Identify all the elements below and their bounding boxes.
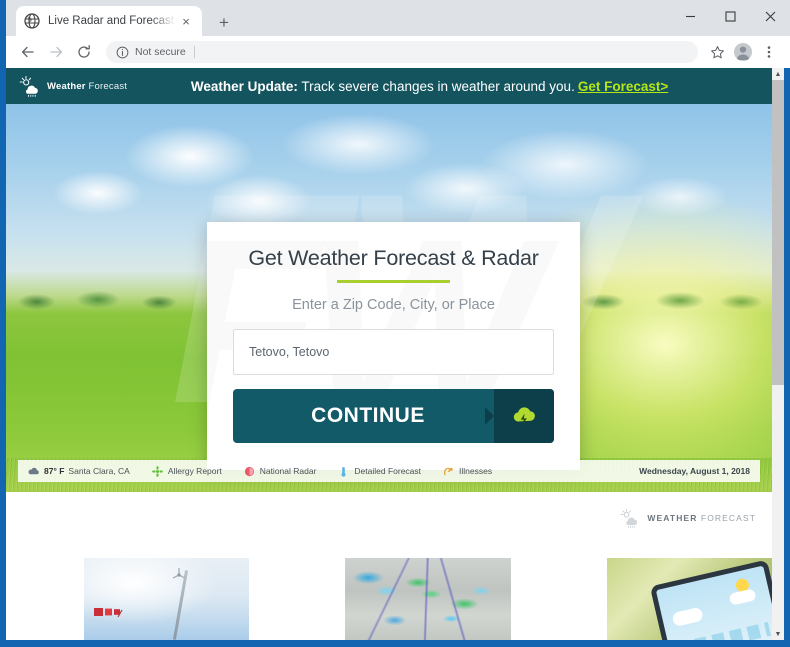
- windsock-photo[interactable]: [84, 558, 250, 640]
- maximize-button[interactable]: [710, 0, 750, 32]
- forward-button[interactable]: [42, 38, 70, 66]
- web-page: Weather Forecast Weather Update: Track s…: [6, 68, 772, 640]
- status-link-label: National Radar: [259, 466, 317, 476]
- page-title: Get Weather Forecast & Radar: [248, 246, 539, 270]
- tablet-device: [649, 559, 772, 640]
- pollen-icon: [152, 465, 163, 477]
- continue-button[interactable]: CONTINUE: [233, 389, 554, 443]
- footer-logo-text: WEATHER FORECAST: [647, 513, 756, 523]
- window-chrome-right: [784, 0, 790, 647]
- continue-button-label: CONTINUE: [311, 404, 425, 427]
- page-viewport: Weather Forecast Weather Update: Track s…: [6, 68, 784, 640]
- footer-strip: WEATHER FORECAST: [6, 492, 772, 544]
- back-button[interactable]: [14, 38, 42, 66]
- hero-section: FW FW Get Weather Forecast & Radar Enter…: [6, 104, 772, 492]
- globe-icon: [24, 13, 40, 29]
- star-icon[interactable]: [704, 39, 730, 65]
- cloud-icon: [28, 466, 39, 477]
- not-secure-info-icon[interactable]: [116, 46, 129, 59]
- form-subtitle: Enter a Zip Code, City, or Place: [292, 297, 495, 313]
- radar-icon: [244, 466, 255, 477]
- minimize-button[interactable]: [670, 0, 710, 32]
- tab-strip: Live Radar and Forecasts | Weath × +: [6, 0, 790, 36]
- status-bar: 87° F Santa Clara, CA Allergy Report Nat…: [18, 460, 760, 482]
- scroll-up-arrow[interactable]: ▲: [772, 68, 784, 80]
- radar-map-photo[interactable]: [345, 558, 511, 640]
- status-link-illnesses[interactable]: Illnesses: [443, 466, 492, 477]
- promo-message-rest: Track severe changes in weather around y…: [297, 78, 575, 94]
- close-button[interactable]: [750, 0, 790, 32]
- tablet-screen: [655, 565, 772, 640]
- promo-message: Weather Update: Track severe changes in …: [127, 79, 772, 94]
- status-link-national-radar[interactable]: National Radar: [244, 466, 317, 477]
- site-logo-text: Weather Forecast: [47, 81, 127, 92]
- footer-logo-bold: WEATHER: [647, 513, 698, 523]
- location-name: Santa Clara, CA: [68, 466, 130, 476]
- sun-cloud-icon: [619, 508, 641, 528]
- address-bar[interactable]: Not secure: [106, 41, 698, 63]
- window-controls: [670, 0, 790, 32]
- windsock-icon: [92, 604, 142, 618]
- location-input[interactable]: [233, 329, 554, 375]
- scrollbar-thumb[interactable]: [772, 80, 784, 385]
- temperature-value: 87° F: [44, 466, 65, 476]
- site-logo[interactable]: Weather Forecast: [18, 75, 127, 97]
- footer-logo-light: FORECAST: [697, 513, 756, 523]
- security-status-label: Not secure: [135, 46, 195, 58]
- page-scrollbar[interactable]: ▲ ▼: [772, 68, 784, 640]
- status-link-label: Allergy Report: [167, 466, 222, 476]
- status-link-label: Illnesses: [459, 466, 493, 476]
- tab-close-icon[interactable]: ×: [178, 13, 194, 29]
- promo-banner: Weather Forecast Weather Update: Track s…: [6, 68, 772, 104]
- new-tab-button[interactable]: +: [214, 12, 234, 32]
- illness-icon: [443, 466, 454, 477]
- tablet-weather-photo[interactable]: [606, 558, 772, 640]
- browser-toolbar: Not secure: [6, 36, 790, 68]
- anemometer-icon: [170, 566, 188, 584]
- thermometer-icon: [338, 466, 349, 477]
- forecast-bars: [676, 621, 771, 640]
- status-link-label: Detailed Forecast: [354, 466, 422, 476]
- forecast-form-card: FW Get Weather Forecast & Radar Enter a …: [207, 222, 580, 470]
- cloud-icon: [671, 606, 704, 628]
- logo-light: Forecast: [85, 80, 128, 92]
- browser-window: Live Radar and Forecasts | Weath × +: [0, 0, 790, 647]
- status-link-detailed-forecast[interactable]: Detailed Forecast: [338, 466, 421, 477]
- three-dot-menu-icon[interactable]: [756, 39, 782, 65]
- status-link-allergy-report[interactable]: Allergy Report: [152, 465, 222, 477]
- cloud-lightning-icon: [494, 389, 554, 443]
- promo-message-bold: Weather Update:: [190, 78, 298, 94]
- map-boundary-lines: [345, 558, 511, 640]
- browser-tab[interactable]: Live Radar and Forecasts | Weath ×: [16, 6, 202, 36]
- tab-title: Live Radar and Forecasts | Weath: [48, 15, 176, 27]
- avatar[interactable]: [730, 39, 756, 65]
- article-thumbnails: [6, 544, 772, 640]
- logo-bold: Weather: [47, 80, 86, 92]
- cloud-icon: [728, 588, 757, 606]
- continue-arrow: [485, 407, 494, 425]
- scroll-down-arrow[interactable]: ▼: [772, 628, 784, 640]
- footer-logo[interactable]: WEATHER FORECAST: [619, 508, 756, 528]
- title-underline: [337, 280, 450, 283]
- current-conditions: 87° F Santa Clara, CA: [28, 466, 130, 477]
- sun-cloud-icon: [18, 75, 42, 97]
- get-forecast-link[interactable]: Get Forecast>: [578, 79, 668, 94]
- current-date: Wednesday, August 1, 2018: [639, 466, 750, 476]
- window-chrome-bottom: [0, 640, 790, 647]
- reload-button[interactable]: [70, 38, 98, 66]
